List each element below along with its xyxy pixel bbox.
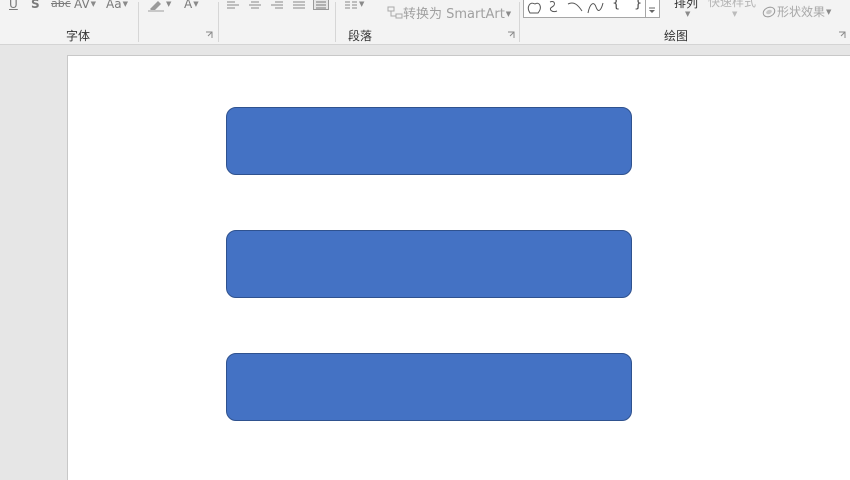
font-color-button[interactable]: A▼: [184, 0, 199, 12]
shape-effects-button[interactable]: 形状效果▼: [761, 3, 831, 20]
quick-styles-chevron-icon: ▼: [732, 10, 738, 18]
font-group: U S abc AV▼ Aa▼ ▼ A▼ 字体: [0, 0, 218, 44]
chevron-down-icon: ▼: [359, 0, 365, 8]
shapes-gallery-content: [527, 1, 604, 14]
divider: [138, 2, 139, 42]
align-center-icon[interactable]: [248, 0, 262, 9]
dialog-launcher-icon[interactable]: [205, 31, 213, 39]
shapes-gallery-more-button[interactable]: [646, 0, 660, 18]
shape-effects-label: 形状效果: [777, 5, 826, 19]
font-group-label: 字体: [65, 29, 91, 43]
smartart-label: 转换为 SmartArt: [403, 7, 505, 22]
underline-button[interactable]: U: [9, 0, 18, 12]
rounded-rectangle-shape[interactable]: [226, 353, 632, 421]
distributed-icon[interactable]: [313, 0, 329, 10]
gallery-more-icon: [649, 7, 655, 13]
dialog-launcher-icon[interactable]: [507, 31, 515, 39]
justify-icon[interactable]: [292, 0, 306, 9]
arc-shape-icon[interactable]: [567, 2, 583, 12]
chevron-down-icon: ▼: [826, 8, 832, 16]
left-margin-area: [0, 45, 67, 479]
curve-shape-icon[interactable]: [587, 2, 604, 14]
shape-effects-icon: [762, 6, 776, 18]
text-shadow-button[interactable]: S: [31, 0, 40, 12]
freeform-shape-icon[interactable]: [527, 2, 541, 14]
character-spacing-button[interactable]: AV▼: [74, 0, 96, 12]
strikethrough-button[interactable]: abc: [51, 0, 71, 12]
chevron-down-icon: ▼: [90, 0, 97, 8]
convert-to-smartart-button[interactable]: 转换为 SmartArt▼: [387, 3, 511, 22]
align-right-icon[interactable]: [270, 0, 284, 9]
rounded-rectangle-shape[interactable]: [226, 107, 632, 175]
chevron-down-icon: ▼: [193, 0, 199, 8]
font-color-glyph: A: [184, 0, 193, 11]
rounded-rectangle-shape[interactable]: [226, 230, 632, 298]
chevron-down-icon: ▼: [166, 0, 172, 8]
columns-button[interactable]: ▼: [344, 0, 364, 12]
change-case-button[interactable]: Aa▼: [106, 0, 128, 12]
highlight-button[interactable]: ▼: [147, 0, 171, 12]
arrange-chevron-icon: ▼: [685, 10, 691, 18]
paragraph-group-label: 段落: [347, 29, 373, 43]
chevron-down-icon: ▼: [505, 10, 512, 18]
ribbon: U S abc AV▼ Aa▼ ▼ A▼ 字体 ▼ 段落 转换为 SmartAr…: [0, 0, 850, 45]
change-case-glyph: Aa: [106, 0, 122, 11]
align-left-icon[interactable]: [226, 0, 240, 9]
quick-styles-button[interactable]: 快速样式: [708, 0, 756, 10]
left-brace-shape-icon[interactable]: {: [612, 0, 620, 11]
dialog-launcher-icon[interactable]: [838, 31, 846, 39]
divider: [335, 2, 336, 42]
drawing-group-label: 绘图: [663, 29, 689, 43]
smartart-icon: [387, 6, 403, 19]
character-spacing-glyph: AV: [74, 0, 90, 11]
highlighter-icon: [148, 0, 164, 12]
right-brace-shape-icon[interactable]: }: [634, 0, 642, 11]
columns-icon: [345, 1, 357, 8]
scribble-shape-icon[interactable]: [549, 1, 558, 12]
slide-canvas[interactable]: [67, 55, 850, 480]
shapes-gallery[interactable]: { }: [523, 0, 646, 18]
chevron-down-icon: ▼: [122, 0, 128, 8]
